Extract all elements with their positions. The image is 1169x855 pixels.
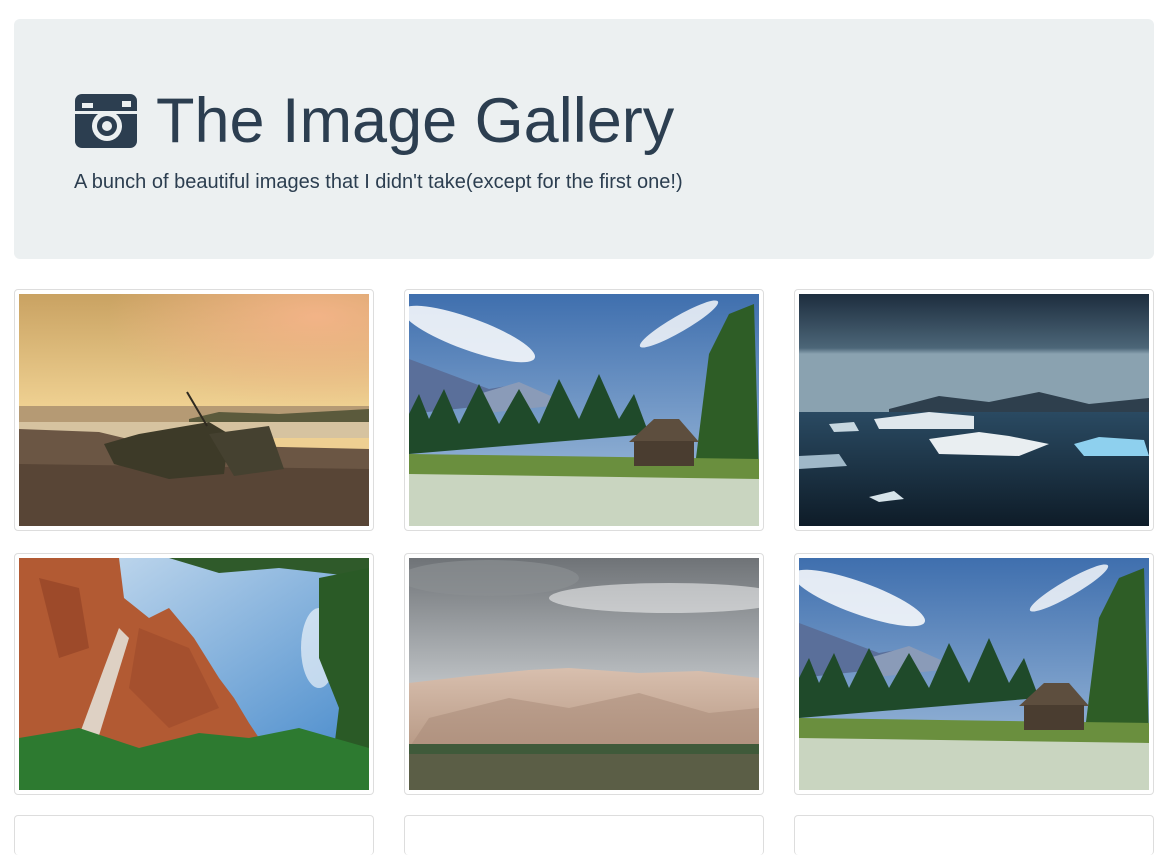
gallery-image-hut-meadow-2[interactable] — [794, 553, 1154, 795]
hut-meadow-image-2 — [799, 558, 1149, 790]
gallery-image-row3-3[interactable] — [794, 815, 1154, 855]
gallery-image-icebergs[interactable] — [794, 289, 1154, 531]
title-row: The Image Gallery — [74, 85, 674, 157]
shipwreck-image — [19, 294, 369, 526]
canyon-image — [19, 558, 369, 790]
gallery-image-shipwreck[interactable] — [14, 289, 374, 531]
jumbotron-header: The Image Gallery A bunch of beautiful i… — [14, 19, 1154, 259]
gallery-image-canyon[interactable] — [14, 553, 374, 795]
icebergs-image — [799, 294, 1149, 526]
gallery-image-row3-1[interactable] — [14, 815, 374, 855]
dunes-image — [409, 558, 759, 790]
page-title: The Image Gallery — [156, 86, 675, 156]
camera-icon — [75, 94, 137, 148]
hut-meadow-image — [409, 294, 759, 526]
gallery-image-row3-2[interactable] — [404, 815, 764, 855]
page-subtitle: A bunch of beautiful images that I didn'… — [74, 171, 683, 193]
gallery-image-hut-meadow[interactable] — [404, 289, 764, 531]
gallery-image-dunes[interactable] — [404, 553, 764, 795]
